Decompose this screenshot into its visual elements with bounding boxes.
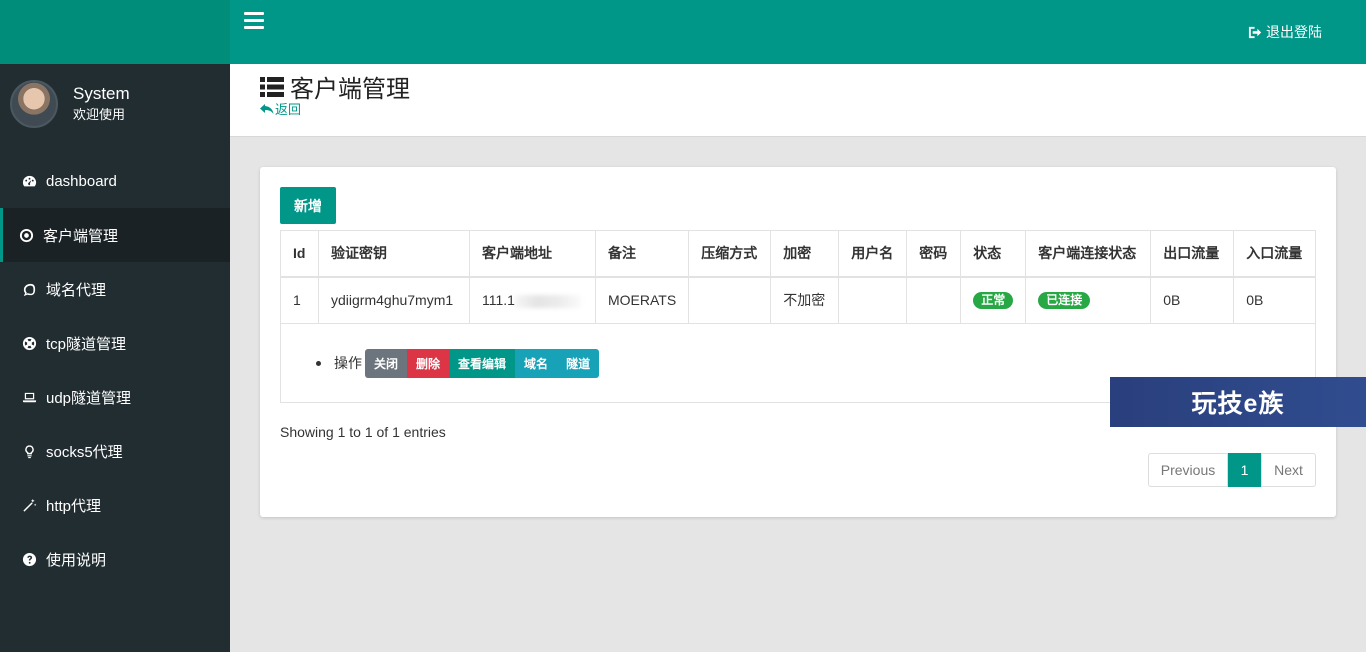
redacted-blur <box>514 295 581 309</box>
list-icon <box>260 76 284 97</box>
pagination: Previous 1 Next <box>1148 453 1316 487</box>
pagination-next[interactable]: Next <box>1261 453 1316 487</box>
lightbulb-icon <box>21 443 37 459</box>
table-info: Showing 1 to 1 of 1 entries <box>280 424 446 440</box>
sidebar-item-domain-proxy[interactable]: 域名代理 <box>0 262 230 316</box>
dot-circle-icon <box>18 227 34 243</box>
cell-conn-status: 已连接 <box>1025 276 1152 324</box>
sidebar-item-dashboard[interactable]: dashboard <box>0 154 230 208</box>
content-header: 客户端管理 返回 <box>230 64 1366 137</box>
sidebar-nav: dashboard 客户端管理 域名代理 tcp隧道管理 udp隧道管理 soc… <box>0 154 230 586</box>
sign-out-icon <box>1248 26 1262 38</box>
cell-password <box>906 276 962 324</box>
brand-logo-area <box>0 0 230 64</box>
column-header-password[interactable]: 密码 <box>906 230 962 278</box>
cell-encrypt: 不加密 <box>770 276 840 324</box>
pagination-previous[interactable]: Previous <box>1148 453 1228 487</box>
column-header-in-flow[interactable]: 入口流量 <box>1233 230 1316 278</box>
sidebar-item-udp-tunnel[interactable]: udp隧道管理 <box>0 370 230 424</box>
sidebar-item-label: socks5代理 <box>46 443 123 461</box>
user-name: System <box>73 84 130 103</box>
life-ring-icon <box>21 335 37 351</box>
cell-username <box>838 276 908 324</box>
column-header-address[interactable]: 客户端地址 <box>469 230 596 278</box>
laptop-icon <box>21 389 37 405</box>
address-text: 111.1 <box>482 292 515 309</box>
cell-out-flow: 0B <box>1150 276 1235 324</box>
logout-button[interactable]: 退出登陆 <box>1247 22 1322 42</box>
cell-key: ydiigrm4ghu7mym1 <box>318 276 470 324</box>
magic-wand-icon <box>21 497 37 513</box>
cell-in-flow: 0B <box>1233 276 1316 324</box>
sidebar: System 欢迎使用 dashboard 客户端管理 域名代理 tcp隧道管理… <box>0 0 230 652</box>
view-edit-button[interactable]: 查看编辑 <box>449 348 516 378</box>
sidebar-item-http-proxy[interactable]: http代理 <box>0 478 230 532</box>
status-badge: 正常 <box>973 292 1014 310</box>
cell-address: 111.1 <box>469 276 596 324</box>
back-link[interactable]: 返回 <box>260 99 301 118</box>
table-row: 1 ydiigrm4ghu7mym1 111.1 MOERATS 不加密 正常 … <box>280 276 1316 324</box>
column-header-id[interactable]: Id <box>280 230 319 278</box>
user-panel: System 欢迎使用 <box>0 64 230 144</box>
watermark-logo: 玩技e族 <box>1110 377 1366 427</box>
close-button[interactable]: 关闭 <box>365 348 408 378</box>
question-circle-icon <box>21 551 37 567</box>
column-header-conn-status[interactable]: 客户端连接状态 <box>1025 230 1152 278</box>
column-header-encrypt[interactable]: 加密 <box>770 230 840 278</box>
column-header-status[interactable]: 状态 <box>960 230 1027 278</box>
sidebar-item-label: udp隧道管理 <box>46 389 132 407</box>
sidebar-item-label: tcp隧道管理 <box>46 335 127 353</box>
column-header-compress[interactable]: 压缩方式 <box>688 230 772 278</box>
column-header-username[interactable]: 用户名 <box>838 230 908 278</box>
domain-button[interactable]: 域名 <box>515 348 558 378</box>
sidebar-item-clients[interactable]: 客户端管理 <box>0 208 230 262</box>
tunnel-button[interactable]: 隧道 <box>557 348 600 378</box>
sidebar-item-label: http代理 <box>46 497 102 515</box>
reply-icon <box>260 103 274 114</box>
sidebar-item-help[interactable]: 使用说明 <box>0 532 230 586</box>
connection-badge: 已连接 <box>1038 292 1091 310</box>
sidebar-item-socks5-proxy[interactable]: socks5代理 <box>0 424 230 478</box>
pagination-page-1[interactable]: 1 <box>1228 453 1261 487</box>
column-header-key[interactable]: 验证密钥 <box>318 230 470 278</box>
column-header-out-flow[interactable]: 出口流量 <box>1150 230 1235 278</box>
back-link-label: 返回 <box>275 102 302 117</box>
cell-compress <box>688 276 772 324</box>
dashboard-icon <box>21 173 37 189</box>
add-button[interactable]: 新增 <box>280 187 336 224</box>
logout-label: 退出登陆 <box>1266 24 1322 40</box>
ops-list-item: 操作 关闭 删除 查看编辑 域名 隧道 <box>316 348 1303 378</box>
client-table-card: 新增 Id 验证密钥 客户端地址 备注 压缩方式 加密 用户名 密码 状态 客户… <box>260 167 1336 517</box>
sidebar-item-label: 使用说明 <box>46 551 107 569</box>
avatar <box>10 80 58 128</box>
page-title-text: 客户端管理 <box>290 76 410 103</box>
cell-id: 1 <box>280 276 319 324</box>
user-welcome: 欢迎使用 <box>73 107 126 122</box>
top-navbar: 退出登陆 <box>230 0 1366 64</box>
column-header-remark[interactable]: 备注 <box>594 230 690 278</box>
sidebar-item-tcp-tunnel[interactable]: tcp隧道管理 <box>0 316 230 370</box>
table-header-row: Id 验证密钥 客户端地址 备注 压缩方式 加密 用户名 密码 状态 客户端连接… <box>280 230 1316 278</box>
sidebar-item-label: 域名代理 <box>46 281 107 299</box>
ops-label: 操作 <box>334 355 362 371</box>
cell-status: 正常 <box>960 276 1027 324</box>
delete-button[interactable]: 删除 <box>407 348 450 378</box>
bullet <box>316 360 321 366</box>
sidebar-item-label: dashboard <box>46 172 117 190</box>
menu-toggle-icon[interactable] <box>244 12 264 34</box>
sidebar-item-label: 客户端管理 <box>43 227 119 245</box>
cell-remark: MOERATS <box>594 276 690 324</box>
comment-icon <box>21 281 37 297</box>
